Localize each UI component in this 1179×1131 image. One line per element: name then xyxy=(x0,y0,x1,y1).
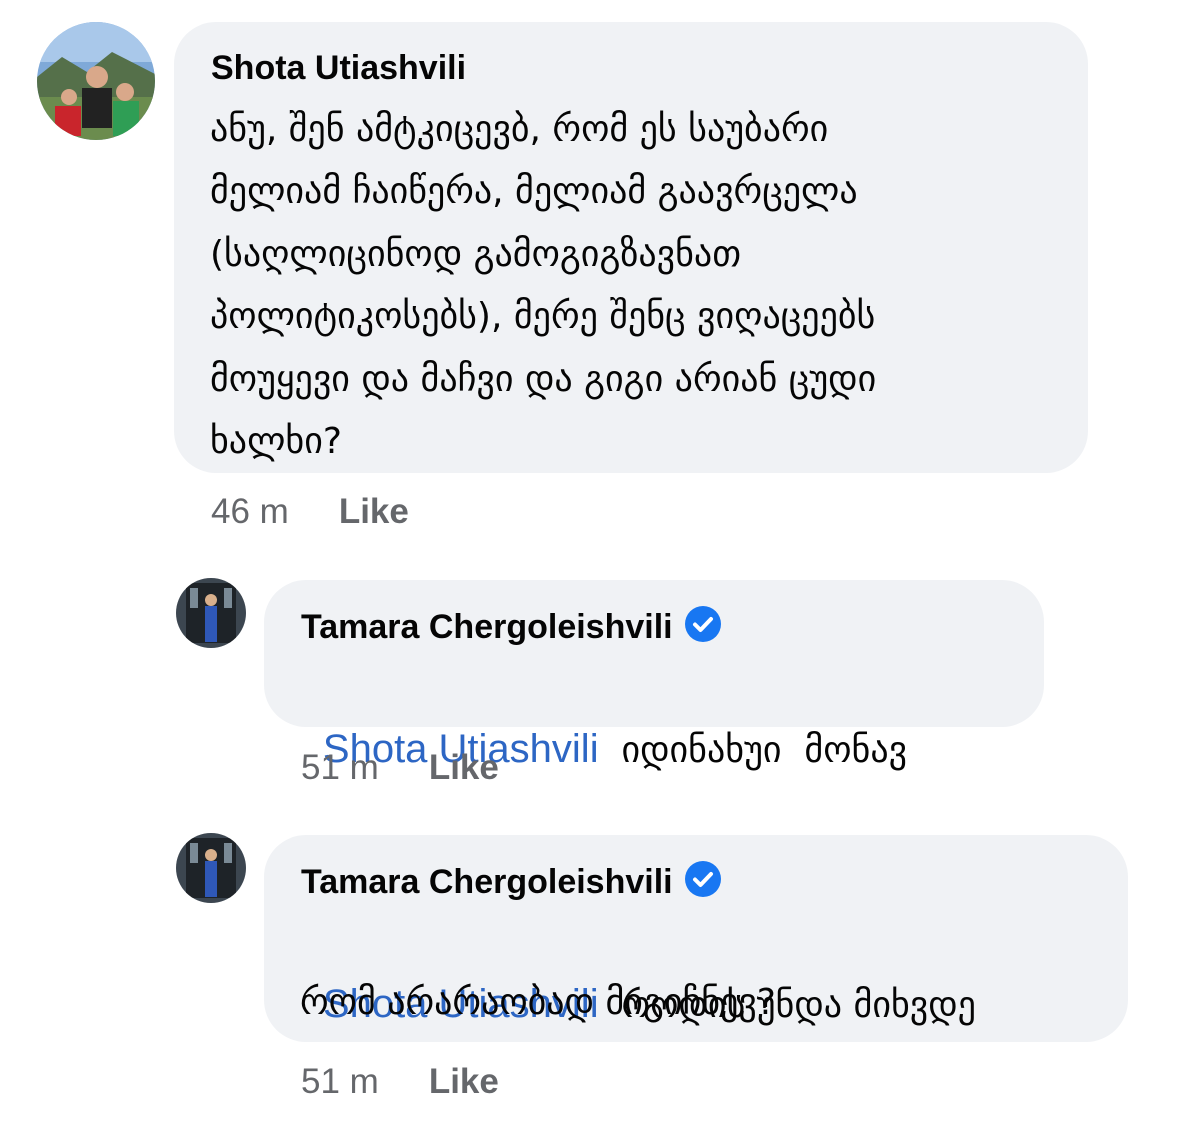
like-button[interactable]: Like xyxy=(339,492,409,531)
author-name[interactable]: Tamara Chergoleishvili xyxy=(301,863,673,901)
avatar[interactable] xyxy=(37,22,155,140)
comment-time[interactable]: 46 m xyxy=(211,492,289,531)
like-button[interactable]: Like xyxy=(429,1062,499,1101)
comment-line: ხალხი? xyxy=(210,421,342,462)
avatar[interactable] xyxy=(176,578,246,648)
verified-badge-icon xyxy=(684,861,721,897)
author-name[interactable]: Tamara Chergoleishvili xyxy=(301,608,673,646)
comment-author[interactable]: Tamara Chergoleishvili xyxy=(301,861,721,902)
comment-line: მელიამ ჩაიწერა, მელიამ გაავრცელა xyxy=(210,171,858,212)
comment-author[interactable]: Shota Utiashvili xyxy=(211,48,466,88)
comment-meta: 51 m Like xyxy=(301,748,499,788)
comment-time[interactable]: 51 m xyxy=(301,748,379,787)
comment-line: პოლიტიკოსებს), მერე შენც ვიღაცეებს xyxy=(210,296,876,337)
avatar[interactable] xyxy=(176,833,246,903)
comment-line: რომ არარაობად მიგიჩნევ? xyxy=(300,982,776,1023)
comment-text: იდინახუი მონავ xyxy=(598,729,908,771)
like-button[interactable]: Like xyxy=(429,748,499,787)
comment-time[interactable]: 51 m xyxy=(301,1062,379,1101)
comment-line: ანუ, შენ ამტკიცევბ, რომ ეს საუბარი xyxy=(210,109,829,150)
verified-badge-icon xyxy=(684,606,721,642)
comment-line: (საღლიცინოდ გამოგიგზავნათ xyxy=(210,234,742,275)
comment-meta: 51 m Like xyxy=(301,1062,499,1102)
comment-meta: 46 m Like xyxy=(211,492,409,532)
comment-line: მოუყევი და მაჩვი და გიგი არიან ცუდი xyxy=(210,359,877,400)
comment-author[interactable]: Tamara Chergoleishvili xyxy=(301,606,721,647)
